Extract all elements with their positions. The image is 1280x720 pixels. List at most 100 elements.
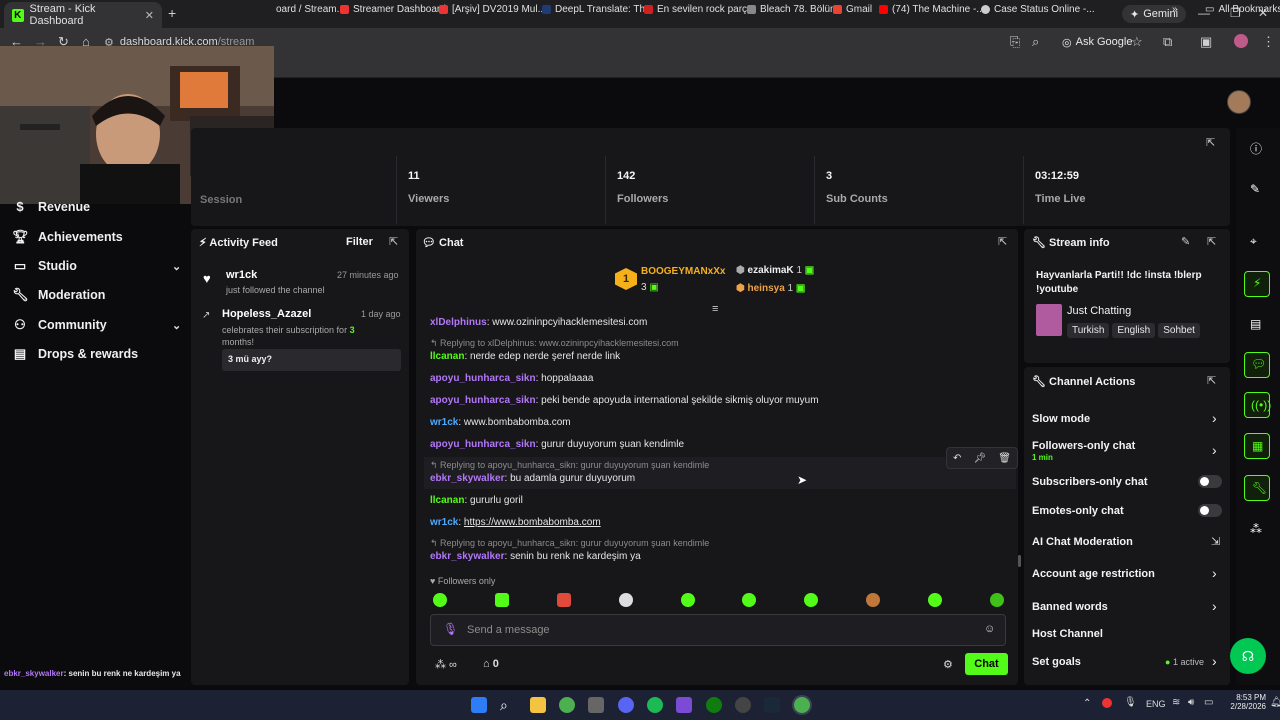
sidebar-item-community[interactable]: ⚇ Community ⌄ <box>12 317 182 333</box>
profile-avatar-icon[interactable] <box>1234 34 1248 48</box>
bookmark-item[interactable]: Streamer Dashboard <box>340 4 446 15</box>
sidebar-item-revenue[interactable]: $ Revenue <box>12 199 90 214</box>
ai-moderation-row[interactable]: AI Chat Moderation <box>1032 536 1133 548</box>
spotify-icon[interactable] <box>647 697 663 713</box>
extensions-icon[interactable]: ⧉ <box>1163 34 1172 50</box>
send-chat-button[interactable]: Chat <box>965 653 1008 675</box>
bookmark-item[interactable]: [Arşiv] DV2019 Mul... <box>439 4 546 15</box>
browser-menu-icon[interactable]: ⋮ <box>1262 34 1275 50</box>
emote-icon[interactable] <box>804 593 818 607</box>
file-explorer-icon[interactable] <box>530 697 546 713</box>
emote-icon[interactable] <box>495 593 509 607</box>
sidebar-item-achievements[interactable]: 🏆︎ Achievements <box>12 229 123 245</box>
sidebar-item-moderation[interactable]: 🔧︎ Moderation <box>12 287 105 303</box>
emote-icon[interactable] <box>681 593 695 607</box>
chat-scrollbar[interactable] <box>1018 555 1021 567</box>
microphone-icon[interactable]: 🎙︎ <box>443 622 458 636</box>
host-channel-row[interactable]: Host Channel <box>1032 628 1103 640</box>
emote-icon[interactable] <box>557 593 571 607</box>
bookmark-star-icon[interactable]: ☆ <box>1131 34 1143 50</box>
app-icon[interactable] <box>676 697 692 713</box>
discord-icon[interactable] <box>618 697 634 713</box>
bookmark-item[interactable]: En sevilen rock parç... <box>644 4 755 15</box>
microphone-icon[interactable]: 🎙︎ <box>1124 697 1137 708</box>
delete-icon[interactable]: 🗑︎ <box>998 453 1011 464</box>
gifter-row[interactable]: ⬢ heinsya 1 ▣ <box>736 283 805 294</box>
popout-icon[interactable]: ⇱ <box>998 235 1007 248</box>
pin-icon[interactable]: 📌︎ <box>973 453 986 464</box>
set-goals-row[interactable]: Set goals <box>1032 656 1081 668</box>
browser-tab[interactable]: K Stream - Kick Dashboard ✕ <box>4 2 162 28</box>
user-avatar[interactable] <box>1227 90 1251 114</box>
popout-icon[interactable]: ⇱ <box>1206 136 1215 149</box>
document-icon[interactable]: ▤ <box>1250 317 1261 331</box>
edit-icon[interactable]: ✎ <box>1250 182 1260 196</box>
wifi-icon[interactable]: ≋ <box>1172 697 1180 708</box>
activity-user[interactable]: Hopeless_Azazel <box>222 308 311 320</box>
followers-only-row[interactable]: Followers-only chat <box>1032 440 1135 452</box>
subscribers-only-toggle[interactable] <box>1198 475 1222 488</box>
clock[interactable]: 8:53 PM 2/28/2026 <box>1230 693 1266 711</box>
community-icon[interactable]: ⁂ <box>1250 522 1262 536</box>
reply-icon[interactable]: ↶ <box>953 453 961 464</box>
emote-icon[interactable] <box>433 593 447 607</box>
emote-icon[interactable] <box>990 593 1004 607</box>
bookmark-item[interactable]: Gmail <box>833 4 872 15</box>
obs-icon[interactable] <box>735 697 751 713</box>
steam-icon[interactable] <box>764 697 780 713</box>
zoom-icon[interactable]: ⌕ <box>1032 34 1039 50</box>
emotes-only-toggle[interactable] <box>1198 504 1222 517</box>
tray-overflow-icon[interactable]: ⌃ <box>1083 698 1091 709</box>
store-icon[interactable] <box>588 697 604 713</box>
chat-link[interactable]: https://www.bombabomba.com <box>464 517 601 528</box>
battery-icon[interactable]: ▭ <box>1204 697 1213 708</box>
search-icon[interactable]: ⌕ <box>500 697 516 713</box>
ask-google-button[interactable]: ◎ Ask Google <box>1056 33 1138 51</box>
bookmark-item[interactable]: DeepL Translate: Th... <box>542 4 653 15</box>
camera-icon[interactable]: ⌖ <box>1250 234 1257 249</box>
sidebar-item-studio[interactable]: ▭ Studio ⌄ <box>12 258 182 274</box>
chrome-icon[interactable] <box>559 697 575 713</box>
edit-icon[interactable]: ✎ <box>1181 235 1190 248</box>
top-gifter-name[interactable]: BOOGEYMANxXx <box>641 266 725 277</box>
channel-points[interactable]: ⌂ 0 <box>483 658 499 670</box>
tag[interactable]: Turkish <box>1067 323 1110 338</box>
info-icon[interactable]: ⓘ <box>1250 140 1262 157</box>
new-tab-button[interactable]: + <box>168 5 176 21</box>
chrome-active-icon[interactable] <box>794 697 810 713</box>
bookmark-item[interactable]: oard / Stream... <box>276 4 345 15</box>
sidebar-item-drops[interactable]: ▤ Drops & rewards <box>12 346 138 362</box>
tray-app-icon[interactable] <box>1102 698 1112 708</box>
emote-icon[interactable] <box>742 593 756 607</box>
popout-icon[interactable]: ⇱ <box>1207 235 1216 248</box>
collapse-gifters-icon[interactable]: ≡ <box>712 303 718 315</box>
chat-settings-icon[interactable]: ⚙ <box>943 658 953 671</box>
gifter-row[interactable]: ⬢ ezakimaK 1 ▣ <box>736 265 814 276</box>
language-indicator[interactable]: ENG <box>1146 699 1166 709</box>
bookmark-item[interactable]: Case Status Online -... <box>981 4 1095 15</box>
tag[interactable]: Sohbet <box>1158 323 1200 338</box>
sidepanel-icon[interactable]: ▣ <box>1200 34 1212 50</box>
all-bookmarks-button[interactable]: ▭ All Bookmarks <box>1205 4 1280 15</box>
emote-icon[interactable] <box>866 593 880 607</box>
start-icon[interactable] <box>471 697 487 713</box>
bookmark-item[interactable]: (74) The Machine -... <box>879 4 985 15</box>
slow-mode-row[interactable]: Slow mode <box>1032 413 1090 425</box>
notifications-icon[interactable]: 🔔︎ <box>1270 697 1280 708</box>
volume-icon[interactable]: 🔊︎ <box>1188 697 1194 708</box>
filter-button[interactable]: Filter <box>346 236 373 248</box>
emoji-icon[interactable]: ☺ <box>984 623 995 635</box>
account-age-row[interactable]: Account age restriction <box>1032 568 1155 580</box>
emote-icon[interactable] <box>619 593 633 607</box>
translate-icon[interactable]: ⎘ <box>1010 34 1020 50</box>
popout-icon[interactable]: ⇱ <box>389 235 398 248</box>
banned-words-row[interactable]: Banned words <box>1032 601 1108 613</box>
emote-icon[interactable] <box>928 593 942 607</box>
close-tab-icon[interactable]: ✕ <box>145 9 154 22</box>
kick-points-icon[interactable]: ⁂ ∞ <box>435 658 457 671</box>
activity-user[interactable]: wr1ck <box>226 269 257 281</box>
bookmark-item[interactable]: Bleach 78. Bölüm <box>747 4 838 15</box>
xbox-icon[interactable] <box>706 697 722 713</box>
support-chat-button[interactable]: ☊ <box>1230 638 1266 674</box>
popout-icon[interactable]: ⇱ <box>1207 374 1216 387</box>
